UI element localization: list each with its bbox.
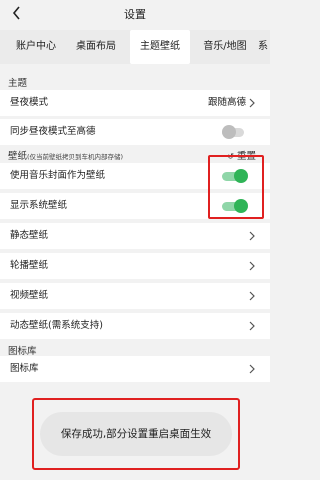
highlight-box-toggles xyxy=(208,155,264,219)
chevron-right-icon xyxy=(249,364,255,374)
day-night-value: 跟随高德 xyxy=(207,97,246,108)
tab-desktop-layout[interactable]: 桌面布局 xyxy=(68,30,124,64)
chevron-right-icon xyxy=(249,321,255,331)
day-night-label: 昼夜模式 xyxy=(10,97,49,108)
tab-music-map[interactable]: 音乐/地图 xyxy=(196,30,254,64)
section-wallpaper: 壁纸(仅当前壁纸拷贝到车机内部存储) xyxy=(8,148,123,162)
wallpaper-note: (仅当前壁纸拷贝到车机内部存储) xyxy=(27,153,124,161)
row-dynamic-wallpaper[interactable]: 动态壁纸(需系统支持) xyxy=(0,313,270,339)
carousel-wallpaper-label: 轮播壁纸 xyxy=(10,260,49,271)
video-wallpaper-label: 视频壁纸 xyxy=(10,290,49,301)
chevron-right-icon xyxy=(249,231,255,241)
row-day-night-mode[interactable]: 昼夜模式 跟随高德 xyxy=(0,90,270,116)
tab-system[interactable]: 系 xyxy=(258,30,270,64)
row-carousel-wallpaper[interactable]: 轮播壁纸 xyxy=(0,253,270,279)
page-title: 设置 xyxy=(124,8,146,21)
toggle-knob xyxy=(222,125,236,139)
toast-message: 保存成功,部分设置重启桌面生效 xyxy=(40,412,232,456)
icon-library-label: 图标库 xyxy=(10,363,39,374)
chevron-right-icon xyxy=(249,98,255,108)
section-theme: 主题 xyxy=(8,78,28,89)
header: 设置 xyxy=(0,0,270,28)
wallpaper-title: 壁纸 xyxy=(8,151,28,162)
row-static-wallpaper[interactable]: 静态壁纸 xyxy=(0,223,270,249)
static-wallpaper-label: 静态壁纸 xyxy=(10,230,49,241)
tab-theme-wallpaper[interactable]: 主题壁纸 xyxy=(130,30,190,64)
music-cover-label: 使用音乐封面作为壁纸 xyxy=(10,170,106,181)
chevron-right-icon xyxy=(249,261,255,271)
dynamic-wallpaper-label: 动态壁纸(需系统支持) xyxy=(10,320,103,331)
chevron-right-icon xyxy=(249,291,255,301)
row-sync-amap: 同步昼夜模式至高德 xyxy=(0,119,270,145)
sync-amap-toggle[interactable] xyxy=(222,125,250,139)
sync-amap-label: 同步昼夜模式至高德 xyxy=(10,126,96,137)
tab-account[interactable]: 账户中心 xyxy=(8,30,64,64)
row-video-wallpaper[interactable]: 视频壁纸 xyxy=(0,283,270,309)
system-wallpaper-label: 显示系统壁纸 xyxy=(10,200,68,211)
section-icons: 图标库 xyxy=(8,346,37,357)
row-icon-library[interactable]: 图标库 xyxy=(0,356,270,382)
tab-bar: 账户中心 桌面布局 主题壁纸 音乐/地图 系 xyxy=(0,30,270,64)
